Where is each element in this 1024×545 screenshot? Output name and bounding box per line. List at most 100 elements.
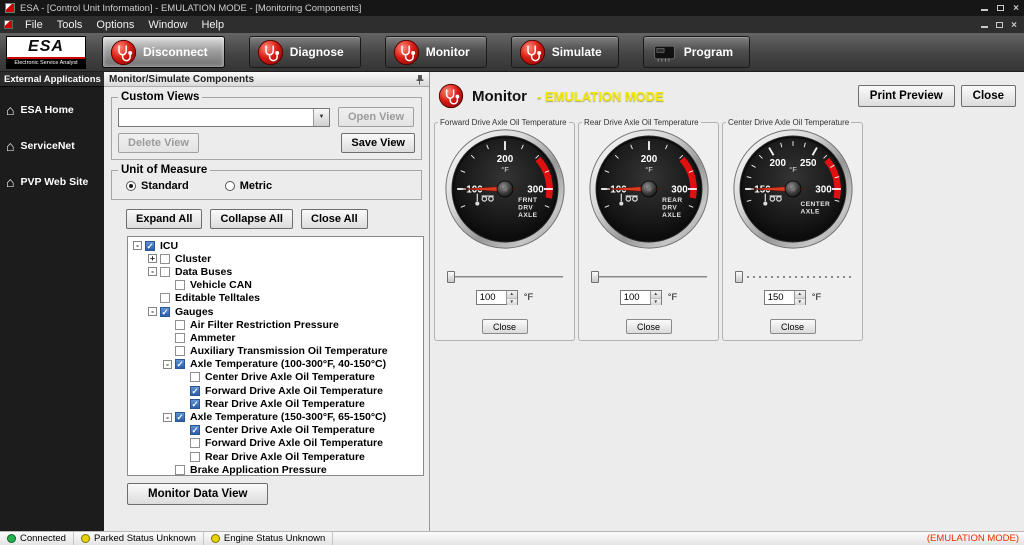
tree-item-rear-drive-axle-oil-temperature[interactable]: ✓Rear Drive Axle Oil Temperature (129, 397, 423, 410)
close-all-button[interactable]: Close All (301, 209, 368, 229)
tree-checkbox[interactable]: ✓ (145, 241, 155, 251)
tree-item-center-drive-axle-oil-temperature[interactable]: ✓Center Drive Axle Oil Temperature (129, 424, 423, 437)
collapse-icon[interactable]: - (163, 360, 172, 369)
collapse-icon[interactable]: - (133, 241, 142, 250)
spin-up-button[interactable]: ▲ (507, 291, 517, 299)
chevron-down-icon[interactable]: ▼ (313, 109, 329, 126)
tree-item-vehicle-can[interactable]: Vehicle CAN (129, 279, 423, 292)
tree-checkbox[interactable] (175, 320, 185, 330)
tree-checkbox[interactable]: ✓ (190, 399, 200, 409)
tree-checkbox[interactable] (175, 346, 185, 356)
gauge-slider[interactable] (591, 270, 707, 284)
maximize-button[interactable] (997, 3, 1004, 14)
tree-item-cluster[interactable]: +Cluster (129, 252, 423, 265)
gauge-value-input[interactable]: 100 ▲ ▼ (476, 290, 518, 305)
slider-thumb[interactable] (447, 271, 455, 283)
tree-checkbox[interactable]: ✓ (175, 412, 185, 422)
menu-tools[interactable]: Tools (50, 18, 90, 32)
tree-item-axle-temperature-100-300-f-40-150-c[interactable]: -✓Axle Temperature (100-300°F, 40-150°C) (129, 358, 423, 371)
monitor-close-button[interactable]: Close (961, 85, 1016, 107)
pin-icon[interactable] (414, 74, 424, 85)
radio-button-icon[interactable] (225, 181, 235, 191)
tree-checkbox[interactable] (160, 267, 170, 277)
tree-checkbox[interactable]: ✓ (190, 425, 200, 435)
mdi-minimize-button[interactable] (981, 19, 988, 31)
tree-item-gauges[interactable]: -✓Gauges (129, 305, 423, 318)
collapse-icon[interactable]: - (163, 413, 172, 422)
tree-item-brake-application-pressure[interactable]: Brake Application Pressure (129, 463, 423, 476)
tree-item-label: Forward Drive Axle Oil Temperature (203, 437, 383, 449)
tree-checkbox[interactable] (175, 465, 185, 475)
menu-help[interactable]: Help (194, 18, 231, 32)
tree-checkbox[interactable]: ✓ (160, 307, 170, 317)
monitor-data-view-button[interactable]: Monitor Data View (127, 483, 268, 505)
tree-checkbox[interactable] (175, 280, 185, 290)
tree-checkbox[interactable] (160, 293, 170, 303)
sidebar-item-pvp-web-site[interactable]: ⌂PVP Web Site (6, 169, 100, 195)
gauge-value-input[interactable]: 100 ▲ ▼ (620, 290, 662, 305)
status-engine-status-unknown: Engine Status Unknown (204, 532, 333, 545)
gauge-close-button[interactable]: Close (626, 319, 672, 334)
tree-checkbox[interactable] (190, 452, 200, 462)
close-icon: × (1011, 20, 1017, 31)
gauge-close-button[interactable]: Close (770, 319, 816, 334)
toolbar-button-simulate[interactable]: Simulate (511, 36, 619, 68)
mdi-restore-button[interactable] (996, 19, 1003, 31)
tree-item-editable-telltales[interactable]: Editable Telltales (129, 292, 423, 305)
spin-up-button[interactable]: ▲ (651, 291, 661, 299)
close-button[interactable]: × (1013, 3, 1019, 14)
menu-file[interactable]: File (18, 18, 50, 32)
sidebar-item-esa-home[interactable]: ⌂ESA Home (6, 97, 100, 123)
radio-standard[interactable]: Standard (126, 180, 189, 192)
tree-item-axle-temperature-150-300-f-65-150-c[interactable]: -✓Axle Temperature (150-300°F, 65-150°C) (129, 410, 423, 423)
print-preview-button[interactable]: Print Preview (858, 85, 955, 107)
gauge-close-button[interactable]: Close (482, 319, 528, 334)
tree-checkbox[interactable] (190, 372, 200, 382)
slider-thumb[interactable] (591, 271, 599, 283)
tree-item-forward-drive-axle-oil-temperature[interactable]: ✓Forward Drive Axle Oil Temperature (129, 384, 423, 397)
radio-metric[interactable]: Metric (225, 180, 272, 192)
tree-checkbox[interactable]: ✓ (175, 359, 185, 369)
expand-all-button[interactable]: Expand All (126, 209, 202, 229)
tree-item-auxiliary-transmission-oil-temperature[interactable]: Auxiliary Transmission Oil Temperature (129, 345, 423, 358)
delete-view-button[interactable]: Delete View (118, 133, 199, 153)
tree-checkbox[interactable] (160, 254, 170, 264)
menu-window[interactable]: Window (141, 18, 194, 32)
tree-checkbox[interactable] (190, 438, 200, 448)
gauge-value-input[interactable]: 150 ▲ ▼ (764, 290, 806, 305)
toolbar-button-monitor[interactable]: Monitor (385, 36, 487, 68)
menu-options[interactable]: Options (89, 18, 141, 32)
collapse-all-button[interactable]: Collapse All (210, 209, 293, 229)
open-view-button[interactable]: Open View (338, 107, 414, 127)
toolbar-button-diagnose[interactable]: Diagnose (249, 36, 361, 68)
spin-up-button[interactable]: ▲ (795, 291, 805, 299)
gauge-slider[interactable] (735, 270, 851, 284)
tree-item-ammeter[interactable]: Ammeter (129, 331, 423, 344)
tree-item-forward-drive-axle-oil-temperature[interactable]: Forward Drive Axle Oil Temperature (129, 437, 423, 450)
mdi-close-button[interactable]: × (1011, 19, 1017, 31)
tree-item-center-drive-axle-oil-temperature[interactable]: Center Drive Axle Oil Temperature (129, 371, 423, 384)
tree-spacer (178, 386, 187, 395)
tree-item-icu[interactable]: -✓ICU (129, 239, 423, 252)
spin-down-button[interactable]: ▼ (795, 299, 805, 306)
collapse-icon[interactable]: - (148, 267, 157, 276)
minimize-button[interactable] (981, 3, 988, 14)
expand-icon[interactable]: + (148, 254, 157, 263)
tree-checkbox[interactable] (175, 333, 185, 343)
toolbar-button-disconnect[interactable]: Disconnect (102, 36, 225, 68)
tree-item-data-buses[interactable]: -Data Buses (129, 265, 423, 278)
spin-down-button[interactable]: ▼ (651, 299, 661, 306)
monitor-header: Monitor - EMULATION MODE Print Preview C… (430, 72, 1024, 114)
tree-checkbox[interactable]: ✓ (190, 386, 200, 396)
gauge-slider[interactable] (447, 270, 563, 284)
tree-item-air-filter-restriction-pressure[interactable]: Air Filter Restriction Pressure (129, 318, 423, 331)
save-view-button[interactable]: Save View (341, 133, 415, 153)
spin-down-button[interactable]: ▼ (507, 299, 517, 306)
custom-views-combo[interactable]: ▼ (118, 108, 330, 127)
collapse-icon[interactable]: - (148, 307, 157, 316)
tree-item-rear-drive-axle-oil-temperature[interactable]: Rear Drive Axle Oil Temperature (129, 450, 423, 463)
slider-thumb[interactable] (735, 271, 743, 283)
radio-button-icon[interactable] (126, 181, 136, 191)
sidebar-item-servicenet[interactable]: ⌂ServiceNet (6, 133, 100, 159)
toolbar-button-program[interactable]: Program (643, 36, 750, 68)
